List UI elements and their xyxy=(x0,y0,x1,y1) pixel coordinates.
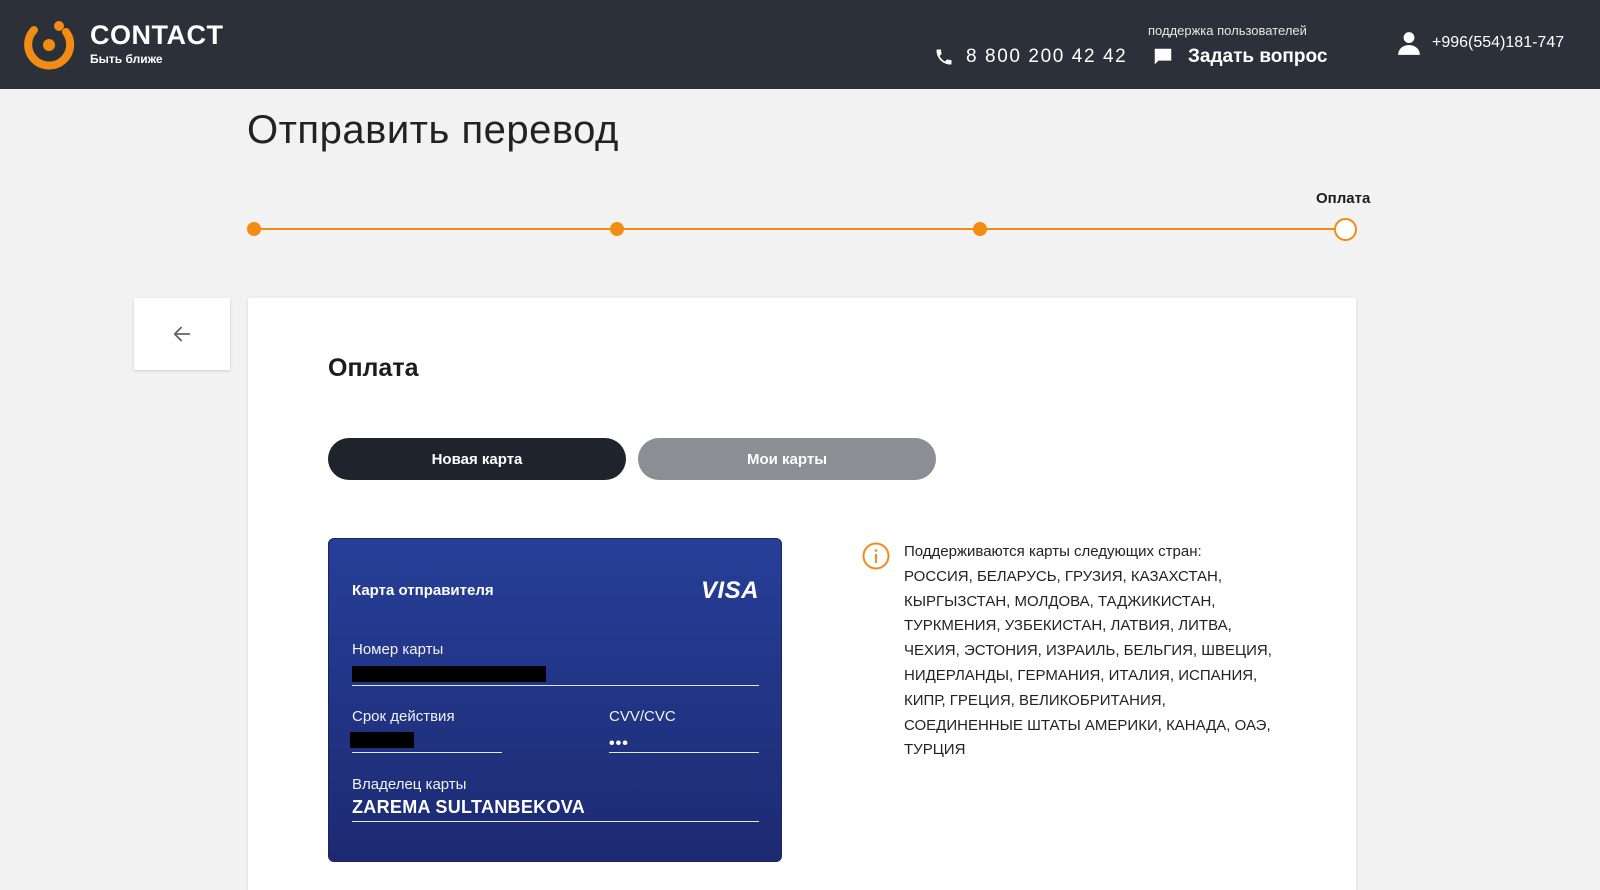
chat-icon xyxy=(1154,48,1172,65)
hotline-phone-number: 8 800 200 42 42 xyxy=(966,46,1128,67)
hotline-phone[interactable]: 8 800 200 42 42 xyxy=(934,44,1127,70)
phone-icon xyxy=(936,49,952,65)
card-number-label: Номер карты xyxy=(352,641,444,658)
holder-underline xyxy=(352,821,759,822)
brand[interactable]: CONTACT Быть ближе xyxy=(90,20,223,66)
back-button[interactable] xyxy=(134,298,230,370)
supported-countries-list: РОССИЯ, БЕЛАРУСЬ, ГРУЗИЯ, КАЗАХСТАН, КЫР… xyxy=(904,567,1272,759)
supported-countries-info: Поддерживаются карты следующих стран: РО… xyxy=(904,540,1276,763)
supported-countries-intro: Поддерживаются карты следующих стран: xyxy=(904,543,1202,560)
ask-question-label: Задать вопрос xyxy=(1188,46,1328,67)
step-3-dot xyxy=(973,222,987,236)
visa-logo: VISA xyxy=(700,577,759,604)
card-number-underline xyxy=(352,685,759,686)
sender-card-form: Карта отправителя VISA Номер карты Срок … xyxy=(328,538,782,862)
tab-my-cards[interactable]: Мои карты xyxy=(638,438,936,480)
support-label: поддержка пользователей xyxy=(1148,23,1307,38)
card-title: Карта отправителя xyxy=(352,582,494,599)
holder-label: Владелец карты xyxy=(352,776,467,793)
current-step-label: Оплата xyxy=(1316,190,1371,207)
page-title: Отправить перевод xyxy=(247,108,619,152)
expiry-label: Срок действия xyxy=(352,708,455,725)
payment-title: Оплата xyxy=(328,354,419,382)
holder-input[interactable]: ZAREMA SULTANBEKOVA xyxy=(352,797,585,818)
top-header: CONTACT Быть ближе 8 800 200 42 42 подде… xyxy=(0,0,1600,89)
stepper-line xyxy=(254,228,1346,230)
user-icon xyxy=(1398,32,1420,55)
card-number-input[interactable] xyxy=(352,666,546,682)
cvv-label: CVV/CVC xyxy=(609,708,676,725)
cvv-input[interactable]: ••• xyxy=(609,735,629,753)
expiry-underline xyxy=(352,752,502,753)
step-1-dot xyxy=(247,222,261,236)
expiry-input[interactable] xyxy=(350,732,414,748)
info-icon xyxy=(862,542,890,570)
user-phone: +996(554)181-747 xyxy=(1432,34,1565,51)
payment-panel: Оплата Новая карта Мои карты Карта отпра… xyxy=(248,298,1356,890)
ask-question-button[interactable]: Задать вопрос xyxy=(1152,44,1327,70)
step-2-dot xyxy=(610,222,624,236)
tab-new-card[interactable]: Новая карта xyxy=(328,438,626,480)
cvv-underline xyxy=(609,752,759,753)
user-account[interactable]: +996(554)181-747 xyxy=(1396,30,1564,56)
arrow-left-icon xyxy=(173,326,191,342)
brand-tagline: Быть ближе xyxy=(90,52,163,66)
contact-logo-icon[interactable] xyxy=(22,18,76,72)
brand-name: CONTACT xyxy=(90,20,224,50)
step-4-dot-current xyxy=(1334,218,1357,241)
